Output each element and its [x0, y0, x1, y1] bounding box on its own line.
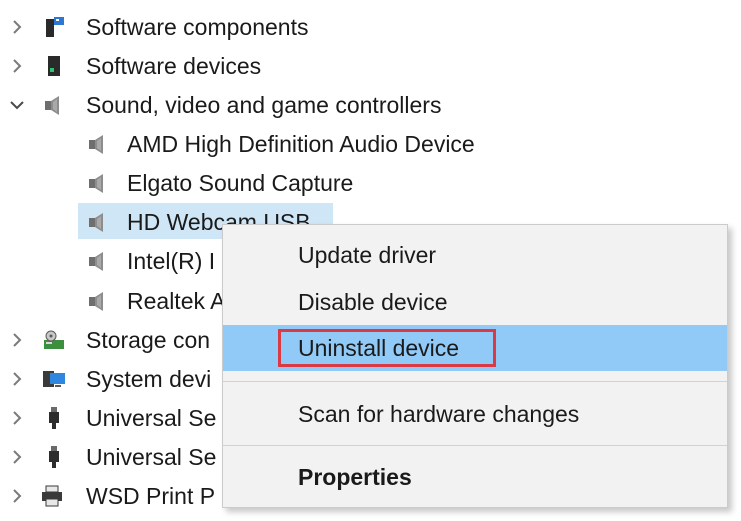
tree-label: Sound, video and game controllers — [86, 92, 442, 118]
menu-item-properties[interactable]: Properties — [223, 454, 727, 500]
tree-row-software-devices[interactable]: Software devices — [0, 47, 741, 85]
menu-item-label: Update driver — [298, 242, 437, 268]
usb-icon — [49, 446, 59, 468]
tree-row-sound-video-game-controllers[interactable]: Sound, video and game controllers — [0, 86, 741, 124]
tree-label: AMD High Definition Audio Device — [127, 131, 475, 157]
menu-item-scan-for-hardware-changes[interactable]: Scan for hardware changes — [223, 391, 727, 437]
sound-controller-icon — [45, 96, 59, 115]
tree-label: System devi — [86, 366, 212, 392]
menu-item-label: Uninstall device — [298, 335, 460, 361]
chevron-right-icon[interactable] — [7, 447, 27, 467]
tree-row-elgato-sound-capture[interactable]: Elgato Sound Capture — [0, 164, 741, 202]
tree-row-software-components[interactable]: Software components — [0, 8, 741, 46]
usb-icon — [49, 407, 59, 429]
speaker-icon — [89, 292, 103, 311]
menu-item-disable-device[interactable]: Disable device — [223, 279, 727, 325]
tree-label: Software devices — [86, 53, 262, 79]
tree-row-amd-high-definition-audio-device[interactable]: AMD High Definition Audio Device — [0, 125, 741, 163]
menu-item-label: Disable device — [298, 289, 448, 315]
tree-label: WSD Print P — [86, 483, 216, 509]
menu-separator — [223, 445, 727, 446]
chevron-right-icon[interactable] — [7, 408, 27, 428]
tree-label: Software components — [86, 14, 309, 40]
context-menu: Update driver Disable device Uninstall d… — [222, 224, 728, 508]
chevron-right-icon[interactable] — [7, 369, 27, 389]
speaker-icon — [89, 174, 103, 193]
storage-controller-icon — [44, 330, 64, 349]
menu-item-update-driver[interactable]: Update driver — [223, 232, 727, 278]
chevron-right-icon[interactable] — [7, 56, 27, 76]
tree-label: Intel(R) I — [127, 248, 216, 274]
printer-icon — [42, 485, 62, 507]
chevron-down-icon[interactable] — [7, 95, 27, 115]
chevron-right-icon[interactable] — [7, 17, 27, 37]
speaker-icon — [89, 135, 103, 154]
tree-label: Realtek A — [127, 288, 226, 314]
software-devices-icon — [48, 56, 60, 76]
menu-item-label: Scan for hardware changes — [298, 401, 580, 427]
system-devices-icon — [43, 371, 65, 387]
tree-label: Universal Se — [86, 405, 217, 431]
tree-label: Elgato Sound Capture — [127, 170, 354, 196]
speaker-icon — [89, 252, 103, 271]
tree-label: Storage con — [86, 327, 211, 353]
chevron-right-icon[interactable] — [7, 486, 27, 506]
menu-item-uninstall-device[interactable]: Uninstall device — [223, 325, 727, 371]
menu-separator — [223, 381, 727, 382]
menu-item-label: Properties — [298, 464, 412, 490]
tree-label: Universal Se — [86, 444, 217, 470]
speaker-icon — [89, 213, 103, 232]
software-components-icon — [46, 17, 64, 37]
chevron-right-icon[interactable] — [7, 330, 27, 350]
